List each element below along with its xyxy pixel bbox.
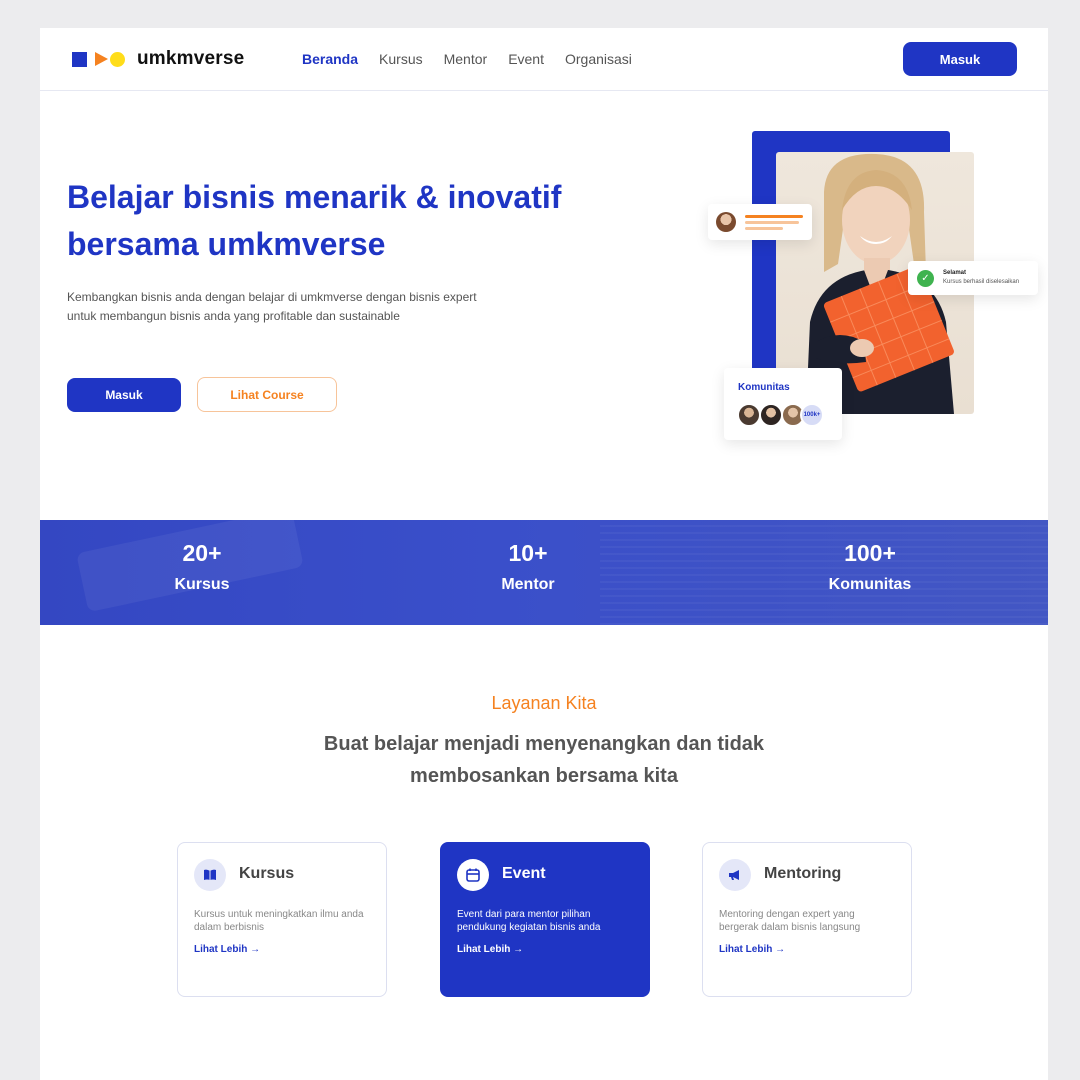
hero-title-line-2: bersama umkmverse: [67, 226, 386, 262]
stat-number: 100+: [844, 540, 896, 566]
services-title-line-1: Buat belajar menjadi menyenangkan dan ti…: [323, 733, 765, 755]
stat-label: Kursus: [174, 576, 230, 593]
hero-description: Kembangkan bisnis anda dengan belajar di…: [67, 288, 587, 326]
logo-square-icon: [72, 52, 87, 67]
hero-description-line-2: untuk membangun bisnis anda yang profita…: [67, 309, 400, 323]
services-kicker: Layanan Kita: [491, 693, 597, 713]
service-description: Kursus untuk meningkatkan ilmu anda dala…: [194, 908, 379, 934]
community-card: Komunitas 100k+: [724, 368, 842, 440]
nav-item-organisasi[interactable]: Organisasi: [565, 51, 632, 67]
header: umkmverse Beranda Kursus Mentor Event Or…: [40, 28, 1048, 91]
stat-label: Mentor: [501, 576, 555, 593]
services-title-line-2: membosankan bersama kita: [410, 765, 678, 787]
hero-description-line-1: Kembangkan bisnis anda dengan belajar di…: [67, 290, 477, 304]
completion-notification: ✓ Selamat Kursus berhasil diselesaikan: [908, 261, 1038, 295]
hero-login-button[interactable]: Masuk: [67, 378, 181, 412]
stat-mentors: 10+ Mentor: [428, 540, 628, 594]
stat-number: 20+: [182, 540, 222, 566]
nav-item-beranda[interactable]: Beranda: [302, 51, 358, 67]
view-course-button[interactable]: Lihat Course: [197, 377, 337, 412]
checkmark-icon: ✓: [917, 270, 934, 287]
service-description-line: bergerak dalam bisnis langsung: [719, 922, 861, 933]
hero-title-line-1: Belajar bisnis menarik & inovatif: [67, 179, 562, 215]
stat-label: Komunitas: [828, 576, 912, 593]
message-line: [745, 227, 783, 230]
message-line: [745, 221, 799, 224]
logo-circle-icon: [110, 52, 125, 67]
megaphone-icon: [719, 859, 751, 891]
notification-title: Selamat: [943, 270, 967, 276]
service-more-link[interactable]: Lihat Lebih →: [194, 944, 260, 955]
nav-item-kursus[interactable]: Kursus: [379, 51, 423, 67]
service-description: Event dari para mentor pilihan pendukung…: [457, 908, 642, 934]
stats-band: 20+ Kursus 10+ Mentor 100+ Komunitas: [40, 520, 1048, 625]
service-more-link[interactable]: Lihat Lebih →: [719, 944, 785, 955]
community-title: Komunitas: [738, 382, 790, 393]
service-description-line: Event dari para mentor pilihan: [457, 909, 591, 920]
service-card-mentoring[interactable]: Mentoring Mentoring dengan expert yang b…: [702, 842, 912, 997]
service-description-line: pendukung kegiatan bisnis anda: [457, 922, 601, 933]
service-description-line: Mentoring dengan expert yang: [719, 909, 855, 920]
book-icon: [194, 859, 226, 891]
service-title: Kursus: [239, 865, 295, 882]
services-title: Buat belajar menjadi menyenangkan dan ti…: [294, 728, 794, 792]
community-count-badge: 100k+: [800, 403, 824, 427]
hero-title: Belajar bisnis menarik & inovatif bersam…: [67, 174, 667, 268]
logo-play-icon: [95, 52, 108, 66]
main-nav: Beranda Kursus Mentor Event Organisasi: [302, 51, 632, 67]
service-title: Event: [502, 865, 546, 882]
service-description: Mentoring dengan expert yang bergerak da…: [719, 908, 904, 934]
stat-courses: 20+ Kursus: [102, 540, 302, 594]
logo-text[interactable]: umkmverse: [137, 48, 244, 70]
service-more-link[interactable]: Lihat Lebih →: [457, 944, 523, 955]
message-line: [745, 215, 803, 218]
nav-item-event[interactable]: Event: [508, 51, 544, 67]
page: umkmverse Beranda Kursus Mentor Event Or…: [40, 28, 1048, 1080]
stat-community: 100+ Komunitas: [770, 540, 970, 594]
header-login-button[interactable]: Masuk: [903, 42, 1017, 76]
service-description-line: Kursus untuk meningkatkan ilmu anda: [194, 909, 364, 920]
service-card-event[interactable]: Event Event dari para mentor pilihan pen…: [440, 842, 650, 997]
calendar-icon: [457, 859, 489, 891]
service-card-kursus[interactable]: Kursus Kursus untuk meningkatkan ilmu an…: [177, 842, 387, 997]
service-title: Mentoring: [764, 865, 842, 882]
stat-number: 10+: [508, 540, 548, 566]
notification-text: Kursus berhasil diselesaikan: [943, 279, 1020, 285]
avatar: [737, 403, 761, 427]
avatar: [716, 212, 736, 232]
nav-item-mentor[interactable]: Mentor: [444, 51, 488, 67]
avatar: [759, 403, 783, 427]
mentor-message-card: [708, 204, 812, 240]
service-description-line: dalam berbisnis: [194, 922, 265, 933]
